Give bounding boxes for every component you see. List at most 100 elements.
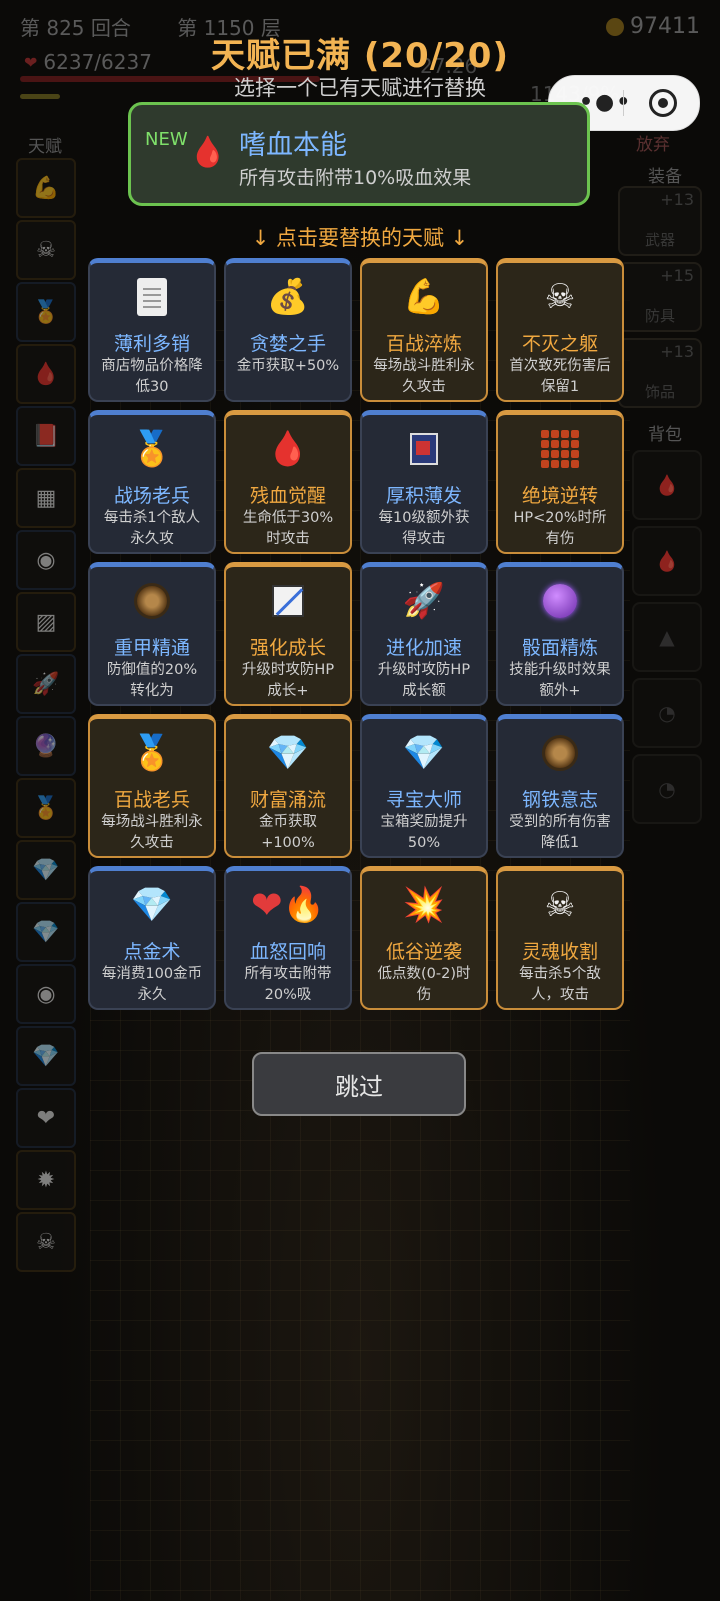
- bag-slot: 🩸: [632, 450, 702, 520]
- talent-card[interactable]: 钢铁意志 受到的所有伤害降低1: [496, 714, 624, 858]
- talent-card[interactable]: 💥 低谷逆袭低点数(0-2)时伤: [360, 866, 488, 1010]
- talent-name: 绝境逆转: [521, 485, 598, 507]
- talent-card[interactable]: ☠ 不灭之躯首次致死伤害后保留1: [496, 258, 624, 402]
- flexed-arm-icon: 💪: [402, 277, 446, 317]
- equip-plus: +13: [660, 342, 694, 361]
- bag-slot: ▲: [632, 602, 702, 672]
- talent-name: 进化加速: [385, 637, 462, 659]
- shield-icon: [498, 729, 622, 777]
- talent-name: 不灭之躯: [521, 333, 598, 355]
- talent-desc: 升级时攻防HP成长+: [241, 662, 335, 699]
- new-talent-name: 嗜血本能: [239, 130, 347, 161]
- talent-desc: 生命低于30%时攻击: [242, 510, 334, 547]
- ruler-icon: [226, 577, 350, 625]
- talent-card[interactable]: 💎 点金术 每消费100金币永久: [88, 866, 216, 1010]
- new-talent-card: NEW 🩸 嗜血本能 所有攻击附带10%吸血效果: [128, 102, 590, 206]
- talent-name: 百战老兵: [113, 789, 190, 811]
- talent-name: 低谷逆袭: [385, 941, 462, 963]
- tile-grid-icon: [498, 425, 622, 473]
- talent-card[interactable]: 厚积薄发 每10级额外获得攻击: [360, 410, 488, 554]
- talent-card[interactable]: ❤ 🔥 血怒回响 所有攻击附带20%吸: [224, 866, 352, 1010]
- sidebar-talent-slot: 💎: [16, 840, 76, 900]
- talent-desc: 技能升级时效果额外+: [509, 662, 611, 699]
- sidebar-talent-slot: 🏅: [16, 282, 76, 342]
- talent-card[interactable]: 骰面精炼技能升级时效果额外+: [496, 562, 624, 706]
- talent-card[interactable]: 🚀 进化加速 升级时攻防HP成长额: [360, 562, 488, 706]
- talent-desc: 金币获取+50%: [236, 358, 340, 374]
- talent-desc: 所有攻击附带20%吸: [244, 966, 332, 1003]
- talent-card[interactable]: 薄利多销商店物品价格降低30: [88, 258, 216, 402]
- bag-slot: ◔: [632, 678, 702, 748]
- sidebar-talent-slot: 💎: [16, 902, 76, 962]
- talent-name: 灵魂收割: [521, 941, 598, 963]
- talent-card[interactable]: 💎 财富涌流金币获取+100%: [224, 714, 352, 858]
- talent-desc: 每10级额外获得攻击: [378, 510, 470, 547]
- heart-fire-icon: ❤ 🔥: [250, 883, 326, 927]
- skull-crossbones-icon: ☠: [544, 277, 576, 317]
- talent-desc: 宝箱奖励提升50%: [380, 814, 468, 851]
- talent-card[interactable]: 💰 贪婪之手 金币获取+50%: [224, 258, 352, 402]
- talent-desc: 低点数(0-2)时伤: [377, 966, 471, 1003]
- sidebar-talent-slot: 💪: [16, 158, 76, 218]
- talent-card[interactable]: 💎 寻宝大师宝箱奖励提升50%: [360, 714, 488, 858]
- diamond-icon: 💎: [266, 733, 310, 773]
- abandon-label: 放弃: [636, 135, 670, 155]
- talent-desc: 每消费100金币永久: [101, 966, 203, 1003]
- skip-button[interactable]: 跳过: [252, 1052, 466, 1116]
- talent-desc: 商店物品价格降低30: [101, 358, 203, 395]
- talent-name: 贪婪之手: [249, 333, 326, 355]
- sidebar-talent-slot: ❤: [16, 1088, 76, 1148]
- talent-name: 薄利多销: [113, 333, 190, 355]
- talent-card[interactable]: 🏅 百战老兵每场战斗胜利永久攻击: [88, 714, 216, 858]
- talent-card[interactable]: 重甲精通防御值的20%转化为: [88, 562, 216, 706]
- sidebar-talent-slot: 🔮: [16, 716, 76, 776]
- explosion-icon: 💥: [402, 885, 446, 925]
- new-talent-desc: 所有攻击附带10%吸血效果: [239, 167, 472, 189]
- talent-name: 强化成长: [249, 637, 326, 659]
- talent-name: 重甲精通: [113, 637, 190, 659]
- sidebar-talent-slot: 🩸: [16, 344, 76, 404]
- talent-desc: 金币获取+100%: [259, 814, 317, 851]
- medal-icon: 🏅: [130, 429, 174, 469]
- new-tag: NEW: [145, 129, 188, 150]
- equip-plus: +15: [660, 266, 694, 285]
- talent-card[interactable]: 🩸 残血觉醒 生命低于30%时攻击: [224, 410, 352, 554]
- talent-desc: 首次致死伤害后保留1: [509, 358, 611, 395]
- sidebar-talent-slot: ▨: [16, 592, 76, 652]
- talent-name: 钢铁意志: [521, 789, 598, 811]
- skull-crossbones-icon: ☠: [544, 885, 576, 925]
- talent-desc: 每场战斗胜利永久攻击: [101, 814, 203, 851]
- talent-card[interactable]: 强化成长升级时攻防HP成长+: [224, 562, 352, 706]
- talent-card[interactable]: 绝境逆转 HP<20%时所有伤: [496, 410, 624, 554]
- crystal-ball-icon: [498, 577, 622, 625]
- talent-name: 寻宝大师: [385, 789, 462, 811]
- medal-icon: 🏅: [130, 733, 174, 773]
- diamond-icon: 💎: [402, 733, 446, 773]
- talent-desc: 每击杀5个敌人，攻击: [519, 966, 601, 1003]
- talent-card[interactable]: 🏅 战场老兵 每击杀1个敌人永久攻: [88, 410, 216, 554]
- sidebar-talent-slot: 📕: [16, 406, 76, 466]
- close-miniprogram-icon[interactable]: [649, 89, 677, 117]
- blood-drop-icon: 🩸: [189, 135, 227, 170]
- talent-sidebar-label: 天赋: [28, 137, 62, 157]
- receipt-icon: [90, 273, 214, 321]
- sidebar-talent-slot: 💎: [16, 1026, 76, 1086]
- equip-plus: +13: [660, 190, 694, 209]
- blood-drop-icon: 🩸: [266, 429, 310, 469]
- bag-slot: ◔: [632, 754, 702, 824]
- talent-name: 财富涌流: [249, 789, 326, 811]
- shield-icon: [90, 577, 214, 625]
- talent-card[interactable]: ☠ 灵魂收割每击杀5个敌人，攻击: [496, 866, 624, 1010]
- diamond-icon: 💎: [130, 885, 174, 925]
- sidebar-talent-slot: 🚀: [16, 654, 76, 714]
- bag-slot: 🩸: [632, 526, 702, 596]
- equip-slot-armor: +15 防具: [618, 262, 702, 332]
- equip-slot-accessory: +13 饰品: [618, 338, 702, 408]
- talent-desc: HP<20%时所有伤: [513, 510, 607, 547]
- talent-card[interactable]: 💪 百战淬炼 每场战斗胜利永久攻击: [360, 258, 488, 402]
- equip-name: 防具: [644, 307, 675, 325]
- equip-label: 装备: [648, 167, 682, 187]
- talent-desc: 防御值的20%转化为: [106, 662, 198, 699]
- talent-name: 骰面精炼: [521, 637, 598, 659]
- sidebar-talent-slot: 🏅: [16, 778, 76, 838]
